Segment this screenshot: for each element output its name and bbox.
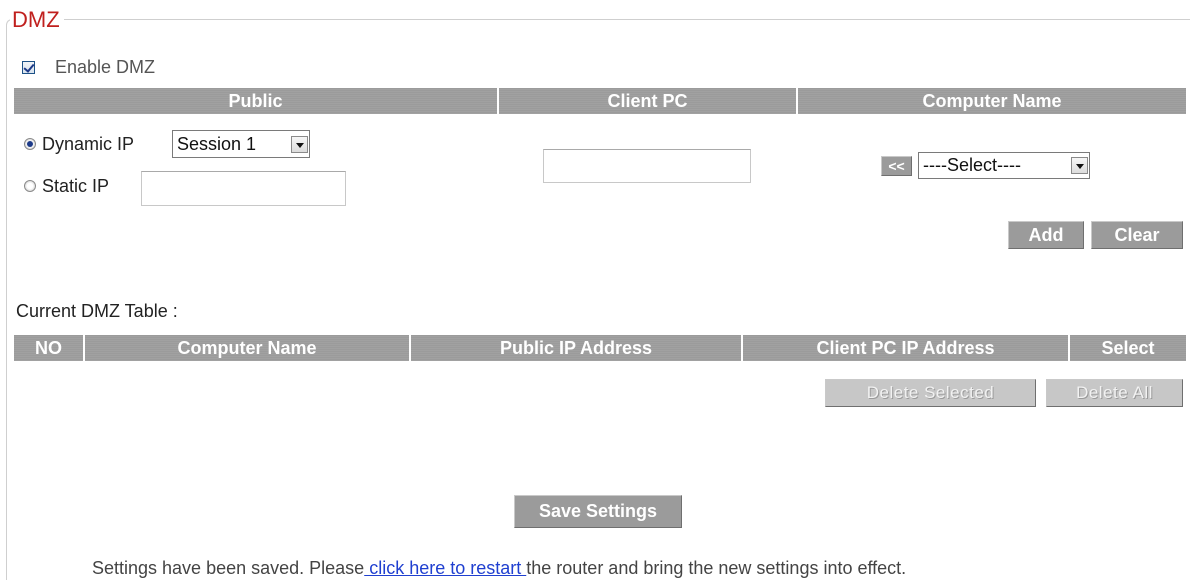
restart-notice-before: Settings have been saved. Please [92, 558, 365, 578]
delete-all-button[interactable]: Delete All [1046, 379, 1183, 407]
restart-link[interactable]: click here to restart [364, 558, 526, 578]
delete-selected-button[interactable]: Delete Selected [825, 379, 1036, 407]
section-title: DMZ [10, 8, 64, 32]
add-button[interactable]: Add [1008, 221, 1084, 249]
session-select-value: Session 1 [177, 133, 257, 154]
header-client-pc-ip: Client PC IP Address [743, 335, 1068, 361]
dynamic-ip-option[interactable]: Dynamic IP [24, 131, 134, 157]
save-settings-button[interactable]: Save Settings [514, 495, 682, 528]
static-ip-input[interactable] [141, 171, 346, 206]
restart-notice-after: the router and bring the new settings in… [526, 558, 907, 578]
enable-dmz-checkbox[interactable] [22, 60, 35, 74]
copy-computer-button[interactable]: << [881, 156, 912, 176]
header-computer-name: Computer Name [798, 88, 1186, 114]
session-select[interactable]: Session 1 [172, 130, 310, 158]
static-ip-radio[interactable] [24, 180, 36, 192]
enable-dmz-row[interactable]: Enable DMZ [22, 55, 155, 79]
computer-name-select-value: ----Select---- [923, 155, 1021, 175]
chevron-down-icon [291, 135, 308, 153]
chevron-down-icon [1071, 157, 1088, 174]
header-computer-name: Computer Name [85, 335, 409, 361]
static-ip-option[interactable]: Static IP [24, 173, 109, 199]
header-select: Select [1070, 335, 1186, 361]
client-pc-input[interactable] [543, 149, 751, 183]
header-client-pc: Client PC [499, 88, 796, 114]
header-no: NO [14, 335, 83, 361]
restart-notice: Settings have been saved. Please click h… [92, 558, 906, 579]
computer-name-select[interactable]: ----Select---- [918, 152, 1090, 179]
dynamic-ip-radio[interactable] [24, 138, 36, 150]
static-ip-label: Static IP [42, 175, 110, 196]
header-public: Public [14, 88, 497, 114]
clear-button[interactable]: Clear [1091, 221, 1183, 249]
dynamic-ip-label: Dynamic IP [42, 133, 135, 154]
enable-dmz-label: Enable DMZ [55, 56, 156, 77]
current-dmz-table-caption: Current DMZ Table : [16, 301, 178, 321]
header-public-ip: Public IP Address [411, 335, 741, 361]
